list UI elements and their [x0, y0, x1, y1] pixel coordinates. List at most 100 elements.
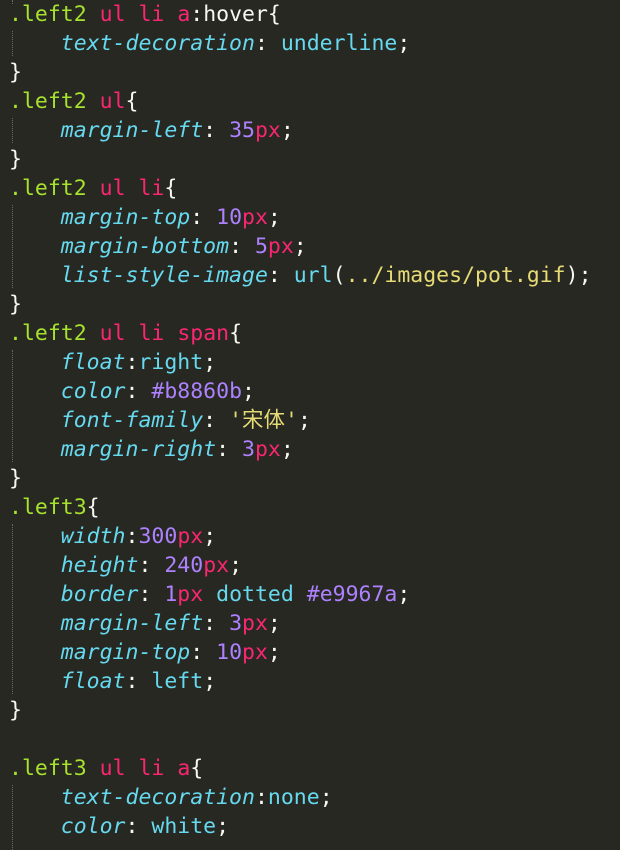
code-line[interactable]: color: #b8860b;: [9, 377, 255, 406]
property-token: height: [60, 553, 139, 578]
plain-token: {: [86, 495, 100, 520]
tag-token: span: [177, 321, 230, 346]
code-line[interactable]: border: 1px dotted #e9967a;: [9, 580, 411, 609]
code-line[interactable]: .left2 ul li{: [9, 174, 177, 203]
plain-token: :: [190, 640, 217, 665]
plain-token: {: [229, 321, 243, 346]
number-token: 1: [164, 582, 178, 607]
property-token: margin-left: [60, 118, 204, 143]
number-token: 3: [242, 437, 255, 462]
plain-token: :: [203, 408, 230, 433]
code-line[interactable]: float:right;: [9, 348, 216, 377]
unit-token: px: [254, 437, 281, 462]
value-token: dotted: [216, 582, 294, 607]
plain-token: :: [190, 205, 217, 230]
plain-token: ;: [280, 437, 294, 462]
code-line[interactable]: .left3{: [9, 493, 100, 522]
property-token: list-style-image: [60, 263, 268, 288]
plain-token: ;: [397, 582, 411, 607]
selector-token: .left3: [9, 756, 87, 781]
code-editor[interactable]: .left2 ul li a:hover{ text-decoration: u…: [0, 0, 620, 850]
number-token: 240: [164, 553, 204, 578]
plain-token: :: [138, 553, 165, 578]
unit-token: px: [203, 553, 230, 578]
property-token: margin-right: [60, 437, 217, 462]
code-line[interactable]: margin-bottom: 5px;: [9, 232, 307, 261]
plain-token: ;: [280, 118, 294, 143]
selector-token: .left2: [9, 176, 87, 201]
code-line[interactable]: }: [9, 145, 22, 174]
code-line[interactable]: text-decoration:none;: [9, 783, 333, 812]
code-line[interactable]: }: [9, 290, 22, 319]
property-token: color: [60, 379, 126, 404]
plain-token: :: [216, 437, 243, 462]
tag-token: ul: [99, 756, 126, 781]
property-token: float: [60, 669, 126, 694]
code-line[interactable]: height: 240px;: [9, 551, 242, 580]
tag-token: a: [177, 2, 191, 27]
code-line[interactable]: width:300px;: [9, 522, 216, 551]
plain-token: :: [125, 814, 152, 839]
plain-token: :: [125, 524, 139, 549]
number-token: 300: [138, 524, 178, 549]
unit-token: px: [177, 524, 204, 549]
plain-token: :: [203, 611, 230, 636]
code-line[interactable]: font-family: '宋体';: [9, 406, 311, 435]
string-token: ../images/pot.gif: [345, 263, 566, 288]
code-line[interactable]: margin-left: 35px;: [9, 116, 294, 145]
plain-token: ;: [203, 669, 217, 694]
plain-token: :: [254, 785, 268, 810]
property-token: float: [60, 350, 126, 375]
plain-token: {: [164, 176, 178, 201]
value-token: white: [151, 814, 217, 839]
code-line[interactable]: margin-top: 10px;: [9, 203, 281, 232]
property-token: border: [60, 582, 139, 607]
code-line[interactable]: .left3 ul li a{: [9, 754, 203, 783]
code-line[interactable]: margin-top: 10px;: [9, 638, 281, 667]
code-line[interactable]: color: white;: [9, 812, 229, 841]
unit-token: px: [177, 582, 204, 607]
selector-token: .left2: [9, 89, 87, 114]
tag-token: ul: [99, 89, 126, 114]
code-line[interactable]: }: [9, 464, 22, 493]
plain-token: (: [332, 263, 346, 288]
plain-token: :: [229, 234, 255, 259]
indent-guide: [12, 118, 13, 143]
code-line[interactable]: margin-left: 3px;: [9, 609, 281, 638]
code-line[interactable]: margin-right: 3px;: [9, 435, 294, 464]
code-line[interactable]: .left2 ul li a:hover{: [9, 0, 281, 29]
code-line[interactable]: .left2 ul{: [9, 87, 138, 116]
code-line[interactable]: .left2 ul li span{: [9, 319, 242, 348]
property-token: color: [60, 814, 126, 839]
code-line[interactable]: float: left;: [9, 667, 216, 696]
indent-guide: [12, 524, 13, 694]
tag-token: ul: [99, 2, 126, 27]
value-token: left: [151, 669, 204, 694]
code-line[interactable]: list-style-image: url(../images/pot.gif)…: [9, 261, 592, 290]
value-token: underline: [280, 31, 398, 56]
number-token: 35: [229, 118, 255, 143]
plain-token: }: [9, 292, 22, 317]
selector-token: .left2: [9, 321, 87, 346]
code-line[interactable]: }: [9, 696, 22, 725]
number-token: 3: [229, 611, 243, 636]
code-line[interactable]: }: [9, 58, 22, 87]
number-token: 10: [216, 640, 243, 665]
plain-token: ;: [297, 408, 311, 433]
code-line[interactable]: text-decoration: underline;: [9, 29, 411, 58]
plain-token: :: [138, 582, 165, 607]
